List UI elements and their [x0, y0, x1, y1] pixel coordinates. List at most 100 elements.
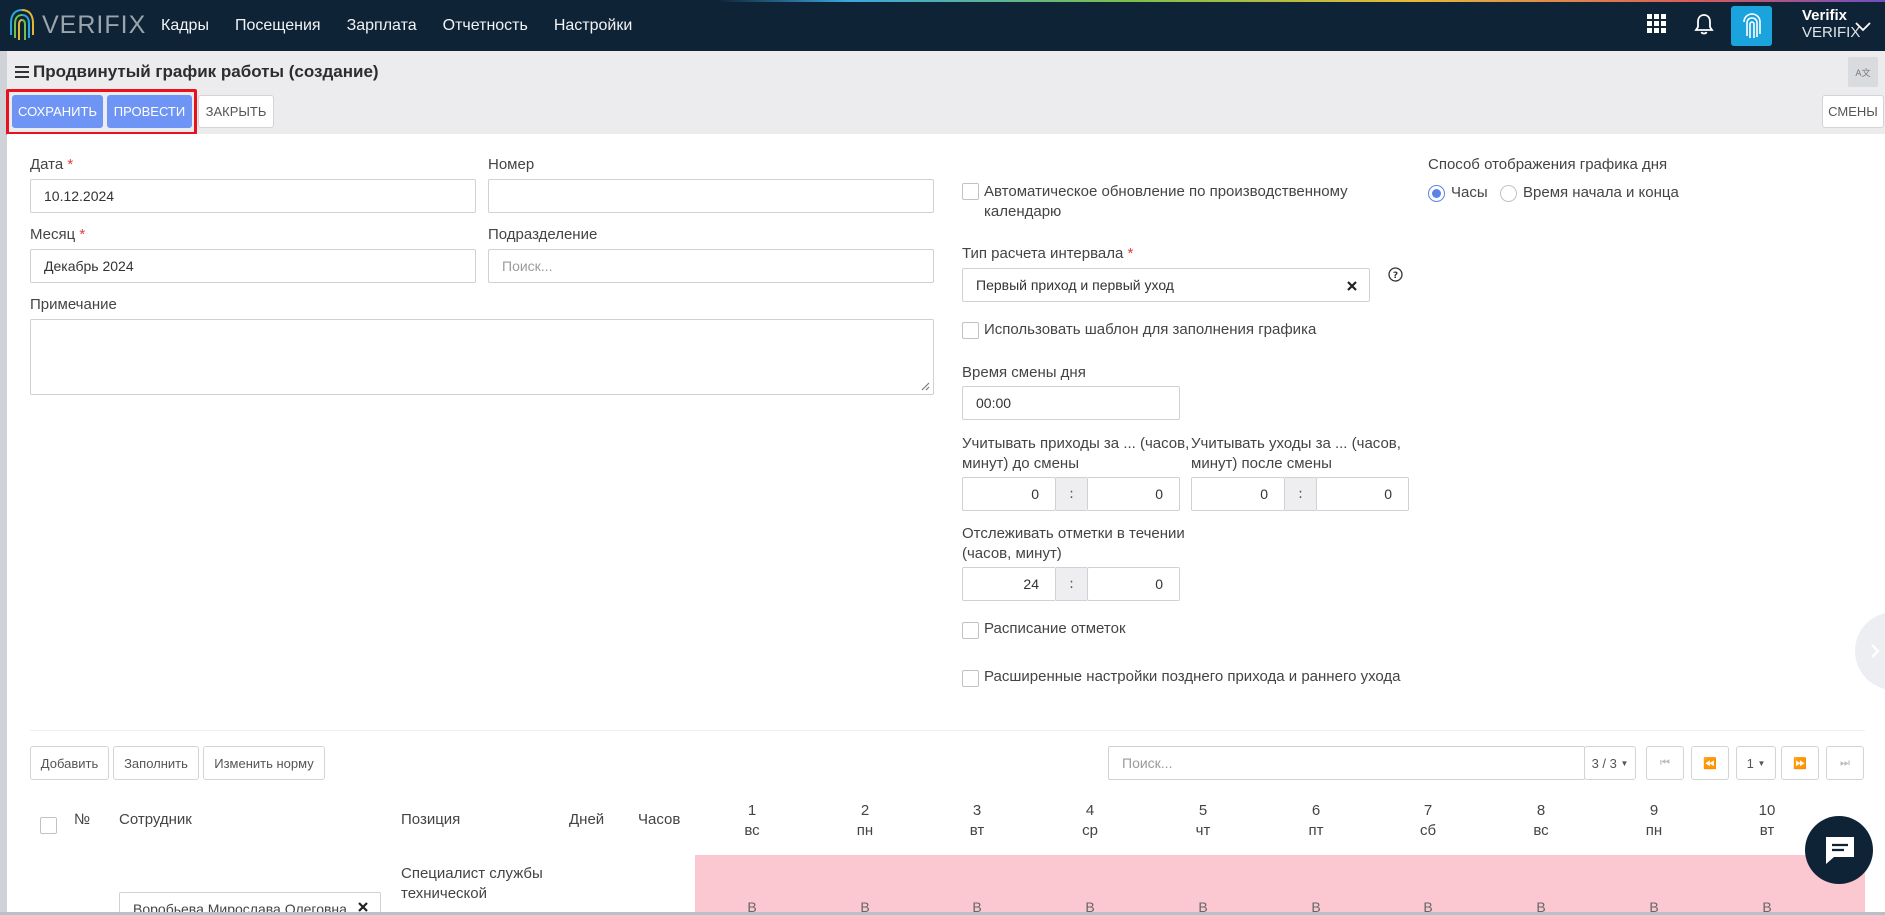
select-all-checkbox[interactable]: [40, 817, 57, 834]
display-mode-hours-text: Часы: [1451, 184, 1488, 201]
col-num: №: [74, 811, 91, 828]
chevron-right-icon: [1871, 644, 1880, 658]
month-label: Месяц *: [30, 226, 86, 243]
chat-icon: [1826, 837, 1854, 864]
help-icon[interactable]: ?: [1388, 267, 1403, 282]
interval-type-value: Первый приход и первый уход: [976, 277, 1174, 293]
shift-time-field[interactable]: 00:00: [962, 386, 1180, 420]
division-label: Подразделение: [488, 226, 598, 243]
add-button[interactable]: Добавить: [30, 746, 109, 780]
display-mode-label: Способ отображения графика дня: [1428, 156, 1668, 173]
month-field[interactable]: Декабрь 2024: [30, 249, 476, 283]
user-info[interactable]: Verifix VERIFIX: [1802, 7, 1860, 41]
menu-icon[interactable]: [15, 66, 29, 78]
clear-employee-icon[interactable]: [358, 902, 368, 912]
use-template-checkbox[interactable]: [962, 322, 979, 339]
chevron-down-icon[interactable]: [1855, 22, 1871, 32]
table-search-input[interactable]: Поиск...: [1108, 746, 1585, 780]
arrivals-minutes-field[interactable]: 0: [1087, 477, 1180, 511]
translate-icon[interactable]: A文: [1848, 57, 1878, 87]
display-mode-start-end-text: Время начала и конца: [1523, 184, 1679, 201]
day-header: 6 пт: [1308, 802, 1324, 839]
marks-schedule-text: Расписание отметок: [984, 620, 1126, 637]
col-employee[interactable]: Сотрудник: [119, 811, 192, 828]
auto-update-text: Автоматическое обновление по производств…: [984, 183, 1348, 220]
auto-update-checkbox[interactable]: [962, 183, 979, 200]
day-header: 7 сб: [1419, 802, 1437, 839]
date-label: Дата *: [30, 156, 74, 173]
nav-item-hr[interactable]: Кадры: [161, 17, 209, 35]
left-edge: [0, 51, 7, 915]
logo-text: VERIFIX: [42, 10, 147, 39]
save-button[interactable]: СОХРАНИТЬ: [12, 95, 103, 128]
fingerprint-logo-icon: [10, 9, 34, 40]
notification-bell-icon[interactable]: [1694, 13, 1714, 35]
departures-minutes-field[interactable]: 0: [1316, 477, 1409, 511]
apps-grid-icon[interactable]: [1647, 14, 1667, 34]
main-nav: Кадры Посещения Зарплата Отчетность Наст…: [148, 0, 645, 51]
division-search-input[interactable]: Поиск...: [488, 249, 934, 283]
count-selector[interactable]: 3 / 3 ▼: [1584, 746, 1636, 780]
next-page-button[interactable]: ⏩: [1781, 746, 1819, 780]
page-selector[interactable]: 1 ▼: [1736, 746, 1776, 780]
arrivals-colon: :: [1056, 477, 1087, 511]
chat-button[interactable]: [1805, 816, 1873, 884]
shift-time-label: Время смены дня: [962, 364, 1086, 381]
day-header: 4 ср: [1082, 802, 1098, 839]
day-header: 10 вт: [1758, 802, 1776, 839]
last-page-button[interactable]: ⏭: [1826, 746, 1864, 780]
user-name: Verifix: [1802, 7, 1848, 24]
arrivals-label: Учитывать приходы за ... (часов, минут) д…: [962, 435, 1190, 472]
departures-hours-field[interactable]: 0: [1191, 477, 1285, 511]
track-minutes-field[interactable]: 0: [1087, 567, 1180, 601]
marks-schedule-checkbox[interactable]: [962, 622, 979, 639]
first-page-button[interactable]: ⏮: [1646, 746, 1684, 780]
page-number: 1: [1746, 755, 1754, 771]
fill-button[interactable]: Заполнить: [113, 746, 199, 780]
note-textarea[interactable]: [30, 319, 934, 395]
number-field[interactable]: [488, 179, 934, 213]
day-header: 9 пн: [1645, 802, 1663, 839]
number-label: Номер: [488, 156, 535, 173]
count-text: 3 / 3: [1591, 755, 1617, 771]
shifts-button[interactable]: СМЕНЫ: [1822, 95, 1884, 128]
col-hours: Часов: [638, 811, 681, 828]
nav-item-attendance[interactable]: Посещения: [235, 17, 321, 35]
interval-type-select[interactable]: Первый приход и первый уход: [962, 268, 1370, 302]
nav-item-payroll[interactable]: Зарплата: [347, 17, 417, 35]
nav-item-reports[interactable]: Отчетность: [443, 17, 528, 35]
advanced-late-checkbox[interactable]: [962, 670, 979, 687]
track-hours-field[interactable]: 24: [962, 567, 1056, 601]
fingerprint-icon: [1742, 13, 1761, 38]
day-header: 1 вс: [744, 802, 760, 839]
date-field[interactable]: 10.12.2024: [30, 179, 476, 213]
user-avatar[interactable]: [1731, 6, 1772, 46]
day-header: 5 чт: [1195, 802, 1211, 839]
verifix-logo[interactable]: VERIFIX: [8, 6, 146, 44]
note-label: Примечание: [30, 296, 117, 313]
col-days: Дней: [569, 811, 605, 828]
col-position[interactable]: Позиция: [401, 811, 460, 828]
prev-page-button[interactable]: ⏪: [1691, 746, 1729, 780]
row-position: Специалист службы технической: [401, 865, 543, 902]
departures-label: Учитывать уходы за ... (часов, минут) пос…: [1191, 435, 1401, 472]
day-header: 2 пн: [856, 802, 874, 839]
close-button[interactable]: ЗАКРЫТЬ: [198, 95, 274, 128]
user-company: VERIFIX: [1802, 24, 1861, 41]
resize-handle-icon[interactable]: [920, 381, 930, 391]
nav-item-settings[interactable]: Настройки: [554, 17, 632, 35]
change-norm-button[interactable]: Изменить норму: [203, 746, 325, 780]
arrivals-hours-field[interactable]: 0: [962, 477, 1056, 511]
display-mode-hours-radio[interactable]: [1428, 185, 1445, 202]
day-header: 8 вс: [1533, 802, 1549, 839]
advanced-late-text: Расширенные настройки позднего прихода и…: [984, 668, 1401, 685]
display-mode-start-end-radio[interactable]: [1500, 185, 1517, 202]
day-header: 3 вт: [969, 802, 985, 839]
interval-type-label: Тип расчета интервала *: [962, 245, 1134, 262]
top-navigation-bar: VERIFIX Кадры Посещения Зарплата Отчетно…: [0, 0, 1885, 51]
post-button[interactable]: ПРОВЕСТИ: [107, 95, 192, 128]
svg-text:?: ?: [1393, 271, 1398, 281]
departures-colon: :: [1285, 477, 1316, 511]
clear-icon[interactable]: [1347, 281, 1357, 291]
section-divider: [30, 730, 1865, 731]
